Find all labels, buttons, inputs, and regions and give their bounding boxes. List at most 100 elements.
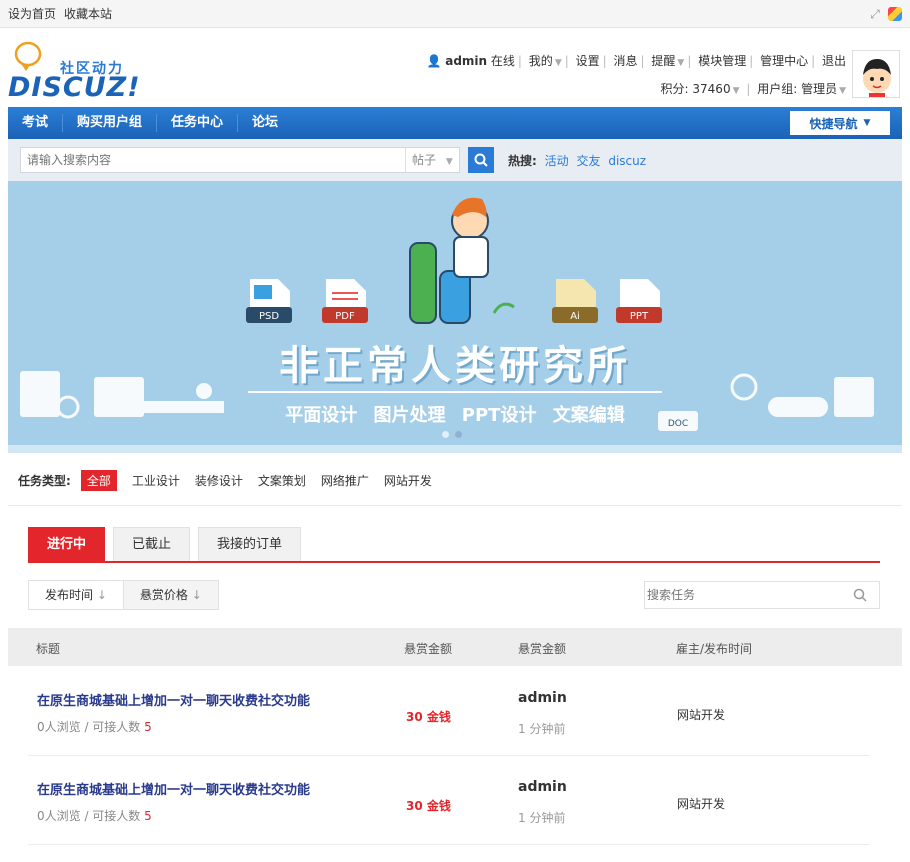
banner-pagination [442,431,462,438]
search-input[interactable] [21,148,405,172]
post-time: 1 分钟前 [518,811,566,825]
logout-link[interactable]: 退出 [822,54,846,68]
arrow-down-icon: ↓ [96,588,107,602]
task-category: 网站开发 [677,708,726,722]
username-link[interactable]: admin [445,54,487,68]
task-views: 0人浏览 / 可接人数 [37,809,141,823]
task-search-input[interactable] [645,588,853,602]
avatar-cartoon-icon [863,59,891,97]
column-header: 标题 [36,642,61,656]
hot-search: 热搜: 活动 交友 discuz [508,152,646,169]
scientist-illustration [409,197,515,324]
task-title-link[interactable]: 在原生商城基础上增加一对一聊天收费社交功能 [37,690,310,709]
task-meta: 0人浏览 / 可接人数 5 [37,807,152,824]
filter-option-all[interactable]: 全部 [80,470,117,491]
caret-down-icon: ▼ [677,58,685,68]
search-button[interactable] [468,147,494,173]
theme-color-icon[interactable] [888,6,902,21]
pdf-file-icon: PDF [322,279,368,323]
search-icon[interactable] [853,588,867,602]
header: 社区动力 DISCUZ! 👤 admin 在线 | 我的 ▼ | 设置 | 消息 | 提醒… [0,28,910,106]
ppt-file-icon: PPT [616,279,662,323]
table-row[interactable]: 在原生商城基础上增加一对一聊天收费社交功能 0人浏览 / 可接人数 5 30 金… [28,668,870,756]
tab-my-orders[interactable]: 我接的订单 [198,527,302,561]
caret-down-icon: ▼ [732,86,740,96]
usergroup-menu[interactable]: 用户组: 管理员 [757,82,837,96]
set-home-link[interactable]: 设为首页 [8,5,56,22]
banner-subtitle: 平面设计 图片处理 PPT设计 文案编辑 [285,405,625,426]
table-header: 标题 悬赏金额 悬赏金额 雇主/发布时间 [8,628,902,666]
task-category: 网站开发 [677,797,726,811]
settings-link[interactable]: 设置 [576,54,600,68]
filter-option[interactable]: 网站开发 [384,472,432,489]
nav-item-exam[interactable]: 考试 [8,114,64,132]
task-reward: 30 金钱 [406,799,451,813]
filter-option[interactable]: 装修设计 [195,472,243,489]
site-logo[interactable]: 社区动力 DISCUZ! [8,40,208,103]
search-box: 帖子 ▼ [20,147,460,173]
section-divider [8,505,902,506]
sort-by-price[interactable]: 悬赏价格 ↓ [123,581,218,609]
caret-down-icon: ▼ [839,86,846,96]
hot-search-link[interactable]: 交友 [576,154,600,168]
banner-dot[interactable] [442,431,449,438]
psd-file-icon: PSD [246,279,292,323]
user-icon: 👤 [426,54,442,68]
remind-menu[interactable]: 提醒 [651,54,675,68]
hot-search-link[interactable]: discuz [608,154,646,168]
banner-title: 非正常人类研究所 [279,343,631,389]
employer-name[interactable]: admin [518,779,567,795]
my-menu[interactable]: 我的 [529,54,553,68]
bookmark-link[interactable]: 收藏本站 [64,5,112,22]
table-row[interactable]: 在原生商城基础上增加一对一聊天收费社交功能 0人浏览 / 可接人数 5 30 金… [28,757,870,845]
search-icon [474,153,488,167]
badge-psd: PSD [259,311,279,322]
task-slots: 5 [144,720,152,734]
caret-down-icon: ▼ [554,58,562,68]
tab-closed[interactable]: 已截止 [113,527,191,561]
fullscreen-icon[interactable]: ⤢ [868,7,882,21]
quick-nav-button[interactable]: 快捷导航 ▼ [790,111,890,135]
tab-underline [28,561,880,563]
messages-link[interactable]: 消息 [614,54,638,68]
task-tabs: 进行中 已截止 我接的订单 [28,527,309,561]
task-views: 0人浏览 / 可接人数 [37,720,141,734]
sort-label: 悬赏价格 [139,588,188,602]
online-status[interactable]: 在线 [491,54,515,68]
sort-bar: 发布时间 ↓ 悬赏价格 ↓ [28,580,219,610]
avatar[interactable] [852,50,900,98]
hot-search-link[interactable]: 活动 [545,154,569,168]
badge-pdf: PDF [335,311,355,322]
post-time: 1 分钟前 [518,722,566,736]
ai-file-icon: Ai [552,279,598,323]
admin-center-link[interactable]: 管理中心 [760,54,808,68]
top-bar: 设为首页 收藏本站 ⤢ [0,0,910,28]
nav-item-buy-group[interactable]: 购买用户组 [63,114,158,132]
search-type-label: 帖子 [412,153,437,167]
task-title-link[interactable]: 在原生商城基础上增加一对一聊天收费社交功能 [37,779,310,798]
task-reward: 30 金钱 [406,710,451,724]
caret-down-icon: ▼ [863,118,871,128]
hot-search-label: 热搜: [508,153,537,168]
points-menu[interactable]: 积分: 37460 [661,82,731,96]
nav-item-task-center[interactable]: 任务中心 [157,114,239,132]
filter-option[interactable]: 文案策划 [258,472,306,489]
banner-dot[interactable] [455,431,462,438]
nav-item-forum[interactable]: 论坛 [238,114,292,132]
quick-nav-label: 快捷导航 [809,116,858,131]
task-meta: 0人浏览 / 可接人数 5 [37,718,152,735]
badge-ppt: PPT [630,311,649,322]
modules-link[interactable]: 模块管理 [698,54,746,68]
banner[interactable]: PSD PDF Ai PPT DOC 非正常人类研究所 平面设计 图片处理 PP… [8,181,902,453]
filter-option[interactable]: 网络推广 [321,472,369,489]
sort-label: 发布时间 [45,588,94,602]
employer-name[interactable]: admin [518,690,567,706]
tab-in-progress[interactable]: 进行中 [28,527,106,561]
sort-by-time[interactable]: 发布时间 ↓ [29,581,124,609]
search-type-select[interactable]: 帖子 ▼ [405,148,459,172]
task-search [644,581,880,609]
filter-option[interactable]: 工业设计 [132,472,180,489]
column-header: 雇主/发布时间 [676,642,753,656]
caret-down-icon: ▼ [445,157,453,167]
arrow-down-icon: ↓ [191,588,202,602]
